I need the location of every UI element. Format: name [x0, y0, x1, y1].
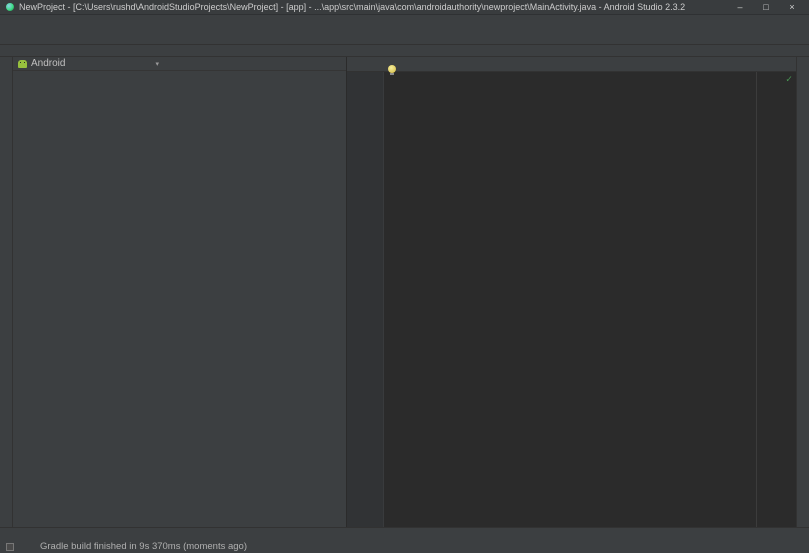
toolwindow-toggle-icon[interactable]	[6, 543, 14, 551]
android-studio-window: NewProject - [C:\Users\rushd\AndroidStud…	[0, 0, 809, 553]
tool-window-bar	[0, 527, 809, 540]
editor-area: ✓	[347, 57, 796, 527]
project-panel-header: Android ▾	[13, 57, 346, 71]
title-bar: NewProject - [C:\Users\rushd\AndroidStud…	[0, 0, 809, 15]
editor-gutter	[347, 72, 384, 527]
code-editor[interactable]: ✓	[347, 72, 796, 527]
project-view-selector[interactable]: Android	[18, 58, 65, 69]
project-tool-window: Android ▾	[13, 57, 347, 527]
project-view-selector-label: Android	[31, 58, 65, 69]
editor-tab-bar	[347, 57, 796, 72]
minimize-button[interactable]: –	[727, 0, 753, 14]
project-tree	[13, 71, 346, 527]
main-toolbar	[0, 28, 809, 45]
left-tool-strip	[0, 57, 13, 527]
maximize-button[interactable]: □	[753, 0, 779, 14]
main-area: Android ▾ ✓	[0, 57, 809, 527]
right-margin-guide	[756, 72, 757, 527]
chevron-down-icon[interactable]: ▾	[155, 60, 159, 68]
menu-bar	[0, 15, 809, 28]
android-icon	[18, 60, 27, 68]
inspections-ok-icon[interactable]: ✓	[786, 74, 792, 85]
navigation-breadcrumbs	[0, 45, 809, 57]
right-tool-strip	[796, 57, 809, 527]
window-title: NewProject - [C:\Users\rushd\AndroidStud…	[19, 2, 727, 12]
status-bar: Gradle build finished in 9s 370ms (momen…	[0, 540, 809, 553]
close-button[interactable]: ×	[779, 0, 805, 14]
intention-bulb-icon[interactable]	[388, 65, 396, 73]
android-studio-logo-icon	[6, 3, 14, 11]
window-controls: – □ ×	[727, 0, 805, 14]
status-message: Gradle build finished in 9s 370ms (momen…	[40, 541, 247, 552]
